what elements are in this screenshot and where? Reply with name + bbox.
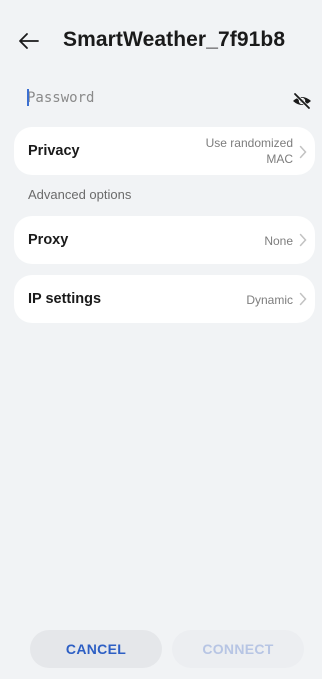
password-input[interactable] (27, 86, 257, 110)
connect-button[interactable]: CONNECT (172, 630, 304, 668)
header: SmartWeather_7f91b8 (0, 0, 322, 84)
chevron-right-icon (299, 145, 307, 159)
back-arrow-icon (19, 33, 39, 49)
chevron-right-icon (299, 233, 307, 247)
page-title: SmartWeather_7f91b8 (63, 28, 286, 51)
ip-settings-item[interactable]: IP settings Dynamic (14, 275, 315, 323)
cancel-button[interactable]: CANCEL (30, 630, 162, 668)
proxy-label: Proxy (28, 232, 69, 248)
eye-off-icon (293, 92, 311, 110)
ip-settings-label: IP settings (28, 291, 102, 307)
back-button[interactable] (14, 26, 44, 56)
toggle-visibility-button[interactable] (291, 92, 313, 114)
password-row (27, 86, 311, 111)
ip-settings-value: Dynamic (246, 293, 293, 307)
proxy-item[interactable]: Proxy None (14, 216, 315, 264)
privacy-item[interactable]: Privacy Use randomized MAC (14, 127, 315, 175)
advanced-options-label: Advanced options (28, 187, 132, 202)
proxy-value: None (264, 234, 293, 248)
text-caret (27, 89, 29, 106)
privacy-value: Use randomized MAC (205, 136, 293, 166)
privacy-label: Privacy (28, 143, 80, 159)
chevron-right-icon (299, 292, 307, 306)
